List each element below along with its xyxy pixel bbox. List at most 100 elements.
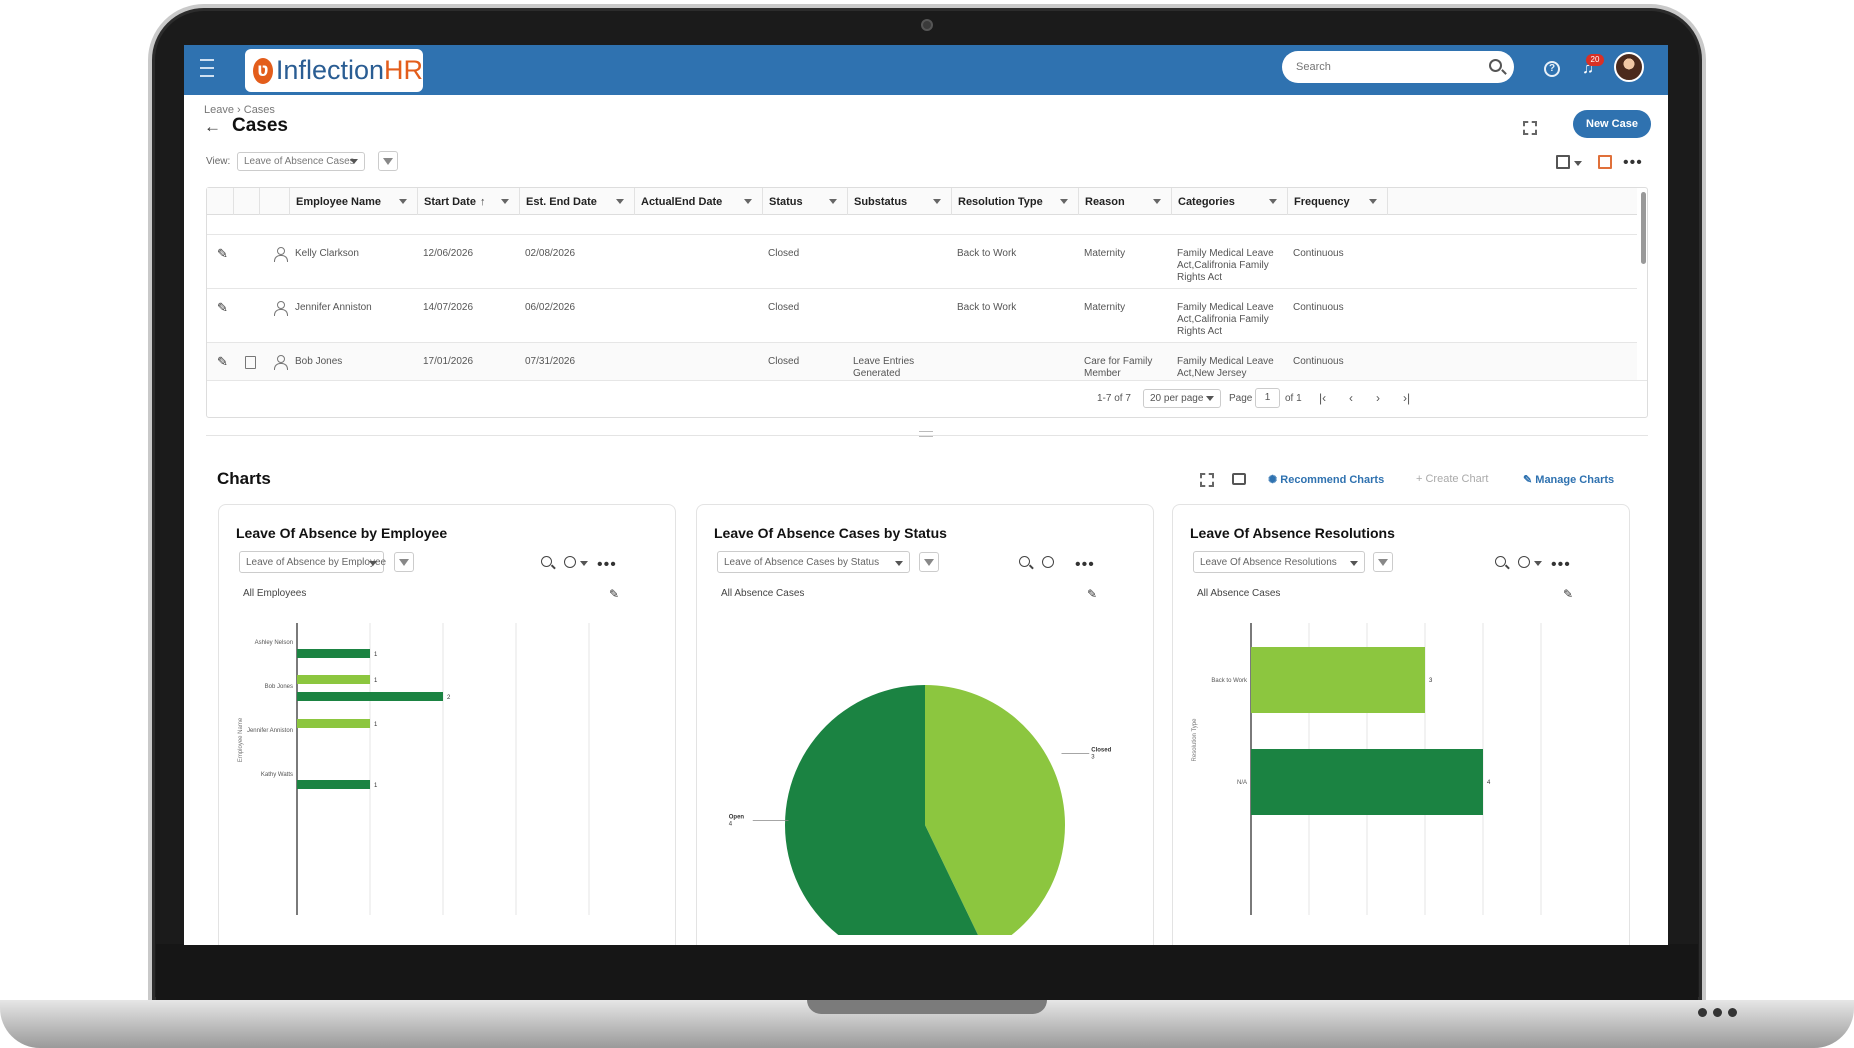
chart-filter-button[interactable] bbox=[919, 552, 939, 572]
cell-frequency: Continuous bbox=[1293, 302, 1344, 313]
zoom-icon[interactable] bbox=[541, 556, 552, 567]
chevron-down-icon[interactable] bbox=[1574, 161, 1582, 166]
create-chart-button[interactable]: + Create Chart bbox=[1416, 473, 1488, 485]
chart-subtitle: All Absence Cases bbox=[721, 588, 805, 599]
table-header: Employee Name Start Date ↑ Est. End Date … bbox=[207, 188, 1637, 215]
search-icon[interactable] bbox=[1489, 59, 1502, 72]
first-page-icon[interactable]: |‹ bbox=[1319, 391, 1326, 405]
more-options-icon[interactable]: ••• bbox=[1551, 557, 1571, 573]
cell-status: Closed bbox=[768, 356, 800, 367]
chart-select[interactable]: Leave Of Absence Resolutions bbox=[1193, 551, 1365, 573]
laptop-bezel bbox=[156, 944, 1698, 1000]
cell-est-end-date: 02/08/2026 bbox=[525, 248, 576, 259]
cases-table: Employee Name Start Date ↑ Est. End Date … bbox=[206, 187, 1648, 418]
header-substatus[interactable]: Substatus bbox=[847, 188, 951, 215]
trash-icon[interactable] bbox=[245, 356, 256, 369]
new-case-button[interactable]: New Case bbox=[1573, 110, 1651, 138]
bar bbox=[297, 649, 370, 658]
data-label: 1 bbox=[374, 722, 378, 728]
table-row[interactable]: ✎ Bob Jones 17/01/2026 07/31/2026 Closed… bbox=[207, 342, 1637, 380]
table-settings-icon[interactable] bbox=[1598, 155, 1612, 169]
search-input[interactable] bbox=[1296, 61, 1476, 73]
column-layout-icon[interactable] bbox=[1556, 155, 1570, 169]
page-input[interactable]: 1 bbox=[1255, 388, 1280, 408]
data-label: 1 bbox=[374, 783, 378, 789]
expand-charts-icon[interactable] bbox=[1200, 473, 1214, 487]
back-arrow-icon[interactable]: ← bbox=[204, 117, 222, 137]
edit-chart-icon[interactable]: ✎ bbox=[1087, 587, 1097, 601]
bar bbox=[1251, 647, 1425, 713]
laptop-frame: ʋ InflectionHR ? ♫ 20 Leave › Cases ← Ca… bbox=[0, 0, 1854, 1048]
help-icon[interactable]: ? bbox=[1544, 61, 1560, 77]
cell-resolution: Back to Work bbox=[957, 302, 1017, 313]
header-start-date[interactable]: Start Date ↑ bbox=[417, 188, 519, 215]
zoom-icon[interactable] bbox=[1495, 556, 1506, 567]
table-row[interactable]: ✎ Jennifer Anniston 14/07/2026 06/02/202… bbox=[207, 288, 1637, 342]
person-icon[interactable] bbox=[274, 301, 288, 316]
menu-icon[interactable] bbox=[200, 59, 214, 77]
chart-filter-button[interactable] bbox=[394, 552, 414, 572]
person-icon[interactable] bbox=[274, 355, 288, 370]
chart-filter-button[interactable] bbox=[1373, 552, 1393, 572]
view-select[interactable]: Leave of Absence Cases bbox=[237, 152, 365, 171]
header-actual-end-date[interactable]: ActualEnd Date bbox=[634, 188, 762, 215]
tick-label: Ashley Nelson bbox=[255, 640, 293, 646]
zoom-icon[interactable] bbox=[1019, 556, 1030, 567]
header-blank bbox=[233, 188, 259, 215]
more-options-icon[interactable]: ••• bbox=[1075, 557, 1095, 573]
chart-select[interactable]: Leave of Absence Cases by Status bbox=[717, 551, 910, 573]
edit-icon[interactable]: ✎ bbox=[217, 247, 231, 261]
table-scrollbar[interactable] bbox=[1641, 192, 1646, 264]
edit-chart-icon[interactable]: ✎ bbox=[609, 587, 619, 601]
chevron-down-icon[interactable] bbox=[1534, 561, 1542, 566]
filter-icon bbox=[1378, 558, 1388, 566]
filter-icon bbox=[383, 157, 393, 165]
cell-reason: Maternity bbox=[1084, 248, 1126, 259]
slice-label: Closed bbox=[1091, 748, 1111, 754]
chart-type-icon[interactable] bbox=[564, 556, 576, 568]
manage-charts-button[interactable]: ✎ Manage Charts bbox=[1523, 473, 1614, 486]
chevron-down-icon[interactable] bbox=[580, 561, 588, 566]
more-options-icon[interactable]: ••• bbox=[597, 557, 617, 573]
per-page-select[interactable]: 20 per page bbox=[1143, 389, 1222, 408]
tick-label: Jennifer Anniston bbox=[247, 728, 293, 734]
edit-icon[interactable]: ✎ bbox=[217, 301, 231, 315]
header-categories[interactable]: Categories bbox=[1171, 188, 1287, 215]
next-page-icon[interactable]: › bbox=[1376, 391, 1380, 405]
filter-icon bbox=[924, 558, 934, 566]
status-pie-chart: Closed3 Open4 bbox=[729, 685, 1112, 935]
header-reason[interactable]: Reason bbox=[1078, 188, 1171, 215]
slice-label: Open bbox=[729, 814, 745, 820]
person-icon[interactable] bbox=[274, 247, 288, 262]
avatar[interactable] bbox=[1614, 52, 1644, 82]
more-options-icon[interactable]: ••• bbox=[1623, 155, 1643, 171]
drag-handle-icon[interactable] bbox=[919, 431, 933, 437]
slice-value: 3 bbox=[1091, 755, 1095, 761]
header-employee-name[interactable]: Employee Name bbox=[289, 188, 417, 215]
chart-type-icon[interactable] bbox=[1042, 556, 1054, 568]
last-page-icon[interactable]: ›| bbox=[1403, 391, 1410, 405]
table-row[interactable]: ✎ Kelly Clarkson 12/06/2026 02/08/2026 C… bbox=[207, 234, 1637, 288]
chart-type-icon[interactable] bbox=[1518, 556, 1530, 568]
page-of: of 1 bbox=[1285, 393, 1302, 404]
header-frequency[interactable]: Frequency bbox=[1287, 188, 1387, 215]
chevron-down-icon bbox=[350, 159, 358, 164]
cell-employee: Jennifer Anniston bbox=[295, 302, 372, 313]
cell-start-date: 14/07/2026 bbox=[423, 302, 474, 313]
chart-select[interactable]: Leave of Absence by Employee bbox=[239, 551, 386, 573]
search-box[interactable] bbox=[1282, 51, 1514, 83]
header-status[interactable]: Status bbox=[762, 188, 847, 215]
header-est-end-date[interactable]: Est. End Date bbox=[519, 188, 634, 215]
edit-chart-icon[interactable]: ✎ bbox=[1563, 587, 1573, 601]
view-filter-button[interactable] bbox=[378, 151, 398, 171]
header-resolution-type[interactable]: Resolution Type bbox=[951, 188, 1078, 215]
edit-icon[interactable]: ✎ bbox=[217, 355, 231, 369]
recommend-charts-button[interactable]: ✺ Recommend Charts bbox=[1268, 473, 1384, 486]
cell-reason: Maternity bbox=[1084, 302, 1126, 313]
prev-page-icon[interactable]: ‹ bbox=[1349, 391, 1353, 405]
print-icon[interactable] bbox=[1232, 473, 1246, 485]
app-logo[interactable]: ʋ InflectionHR bbox=[245, 49, 423, 92]
expand-icon[interactable] bbox=[1523, 121, 1537, 135]
cell-resolution: Back to Work bbox=[957, 248, 1017, 259]
tick-label: N/A bbox=[1237, 780, 1247, 786]
